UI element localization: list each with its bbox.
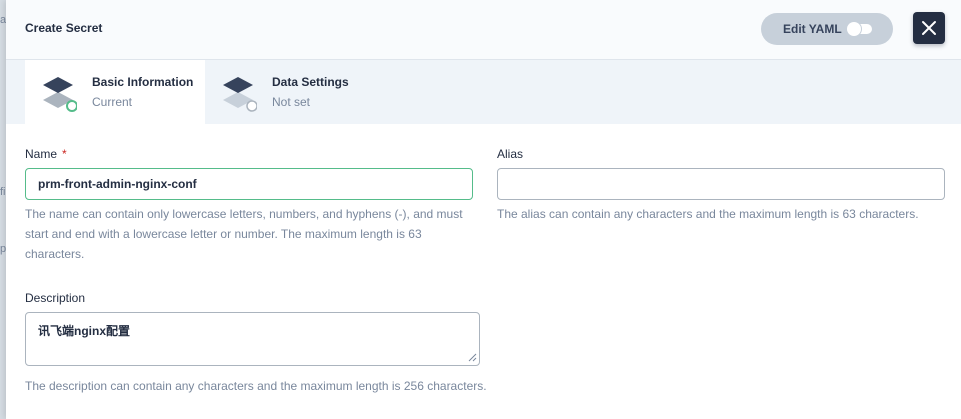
tab-status: Not set (272, 95, 311, 109)
step-tabs: Basic Information Current Data Settings … (6, 60, 961, 124)
dialog-title: Create Secret (25, 21, 103, 35)
edit-yaml-toggle-button[interactable]: Edit YAML (761, 13, 893, 45)
alias-help-text: The alias can contain any characters and… (497, 207, 919, 221)
tab-data-settings[interactable]: Data Settings Not set (205, 60, 385, 124)
resize-grip-icon[interactable] (467, 352, 477, 362)
close-button[interactable] (913, 12, 945, 44)
name-label-text: Name (25, 147, 58, 161)
layers-icon (43, 77, 77, 112)
name-input[interactable] (25, 168, 473, 200)
edit-yaml-label: Edit YAML (783, 22, 842, 36)
dialog-header: Create Secret Edit YAML (6, 0, 961, 60)
background-text-fragment: fi (0, 186, 6, 198)
name-help-text: The name can contain only lowercase lett… (25, 207, 463, 261)
description-help-text: The description can contain any characte… (25, 379, 487, 393)
create-secret-dialog: Create Secret Edit YAML Basic Informatio… (6, 0, 961, 419)
tab-title: Basic Information (92, 75, 194, 89)
description-label: Description (25, 291, 86, 305)
layers-icon (223, 77, 257, 112)
close-icon (922, 21, 936, 35)
alias-label: Alias (497, 147, 524, 161)
name-label: Name * (25, 147, 67, 161)
alias-input[interactable] (497, 168, 945, 200)
tab-basic-information[interactable]: Basic Information Current (25, 60, 205, 124)
tab-title: Data Settings (272, 75, 349, 89)
tab-status: Current (92, 95, 133, 109)
toggle-switch-icon (847, 22, 872, 36)
description-textarea[interactable]: 讯飞端nginx配置 (25, 312, 480, 366)
toggle-knob (847, 22, 861, 36)
required-mark: * (62, 147, 67, 161)
